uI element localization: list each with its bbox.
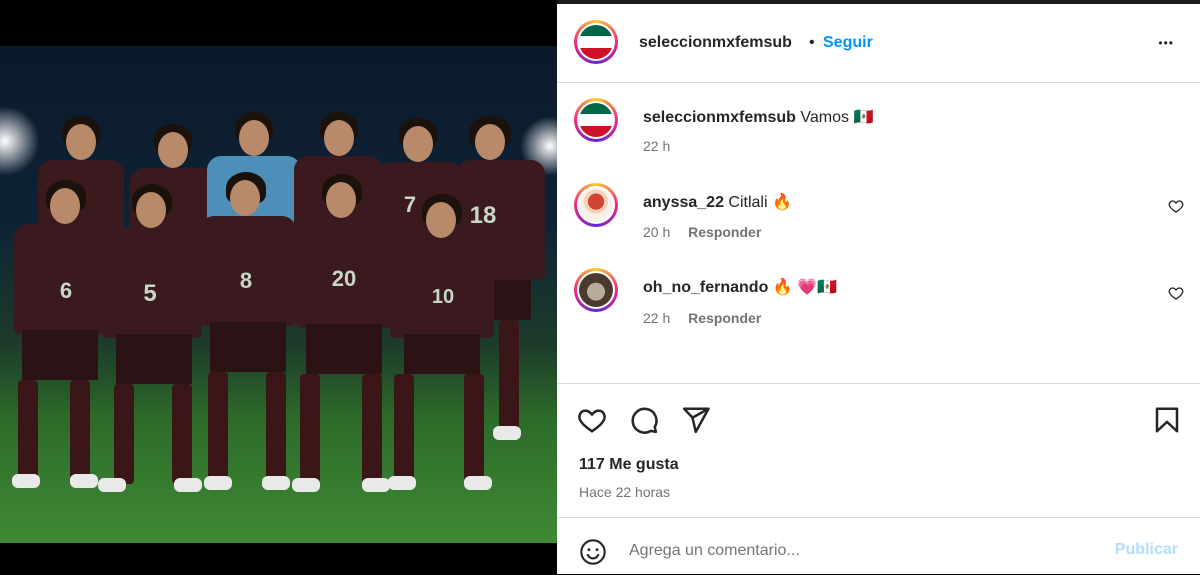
add-comment-bar: Publicar xyxy=(557,517,1200,575)
jersey-number: 10 xyxy=(431,286,455,308)
comment-time: 20 h xyxy=(643,224,671,240)
comment-icon[interactable] xyxy=(629,405,659,435)
save-icon[interactable] xyxy=(1152,405,1182,435)
player: 6 xyxy=(8,180,108,500)
post-header: seleccionmxfemsub • Seguir ••• xyxy=(557,4,1200,83)
player: 20 xyxy=(292,174,392,504)
author-avatar[interactable] xyxy=(574,20,618,64)
post-media[interactable]: 7 18 6 5 8 20 10 xyxy=(0,0,557,574)
comment-time: 22 h xyxy=(643,310,671,326)
team-photo: 7 18 6 5 8 20 10 xyxy=(0,46,557,543)
comment-text: 🔥 💗🇲🇽 xyxy=(772,279,838,296)
publish-button[interactable]: Publicar xyxy=(1115,541,1178,559)
like-comment-icon[interactable] xyxy=(1168,198,1184,214)
commenter-avatar[interactable] xyxy=(574,268,618,312)
caption-time: 22 h xyxy=(643,138,671,154)
user-photo-icon xyxy=(579,188,613,222)
flag-avatar-icon xyxy=(579,25,613,59)
more-options-icon[interactable]: ••• xyxy=(1158,36,1174,50)
like-icon[interactable] xyxy=(577,405,607,435)
post-date: Hace 22 horas xyxy=(579,484,671,500)
author-avatar[interactable] xyxy=(574,98,618,142)
emoji-icon[interactable] xyxy=(579,538,607,566)
post-actions: 117 Me gusta Hace 22 horas xyxy=(557,383,1200,518)
author-username[interactable]: seleccionmxfemsub xyxy=(639,34,792,52)
player: 8 xyxy=(200,172,300,502)
user-photo-icon xyxy=(579,273,613,307)
comment-item: oh_no_fernando 🔥 💗🇲🇽 22 h Responder xyxy=(557,268,1200,328)
caption-author[interactable]: seleccionmxfemsub xyxy=(643,109,796,126)
jersey-number: 6 xyxy=(59,278,73,303)
player: 10 xyxy=(386,194,496,514)
share-icon[interactable] xyxy=(681,405,711,435)
follow-button[interactable]: Seguir xyxy=(823,34,873,52)
jersey-number: 20 xyxy=(331,266,357,291)
like-comment-icon[interactable] xyxy=(1168,285,1184,301)
jersey-number: 8 xyxy=(239,268,253,293)
flag-avatar-icon xyxy=(579,103,613,137)
separator-dot: • xyxy=(809,34,815,51)
caption-text: Vamos 🇲🇽 xyxy=(800,109,874,126)
comment-author[interactable]: oh_no_fernando xyxy=(643,279,768,296)
jersey-number: 5 xyxy=(143,280,157,307)
comment-item: anyssa_22 Citlali 🔥 20 h Responder xyxy=(557,183,1200,243)
comment-author[interactable]: anyssa_22 xyxy=(643,194,724,211)
reply-button[interactable]: Responder xyxy=(688,224,761,240)
likes-count[interactable]: 117 Me gusta xyxy=(579,456,679,474)
comment-input[interactable] xyxy=(629,542,1029,560)
caption: seleccionmxfemsub Vamos 🇲🇽 22 h xyxy=(557,98,1200,158)
comment-text: Citlali 🔥 xyxy=(728,194,792,211)
post-sidebar: seleccionmxfemsub • Seguir ••• seleccion… xyxy=(557,4,1200,574)
player: 5 xyxy=(98,184,208,504)
commenter-avatar[interactable] xyxy=(574,183,618,227)
reply-button[interactable]: Responder xyxy=(688,310,761,326)
